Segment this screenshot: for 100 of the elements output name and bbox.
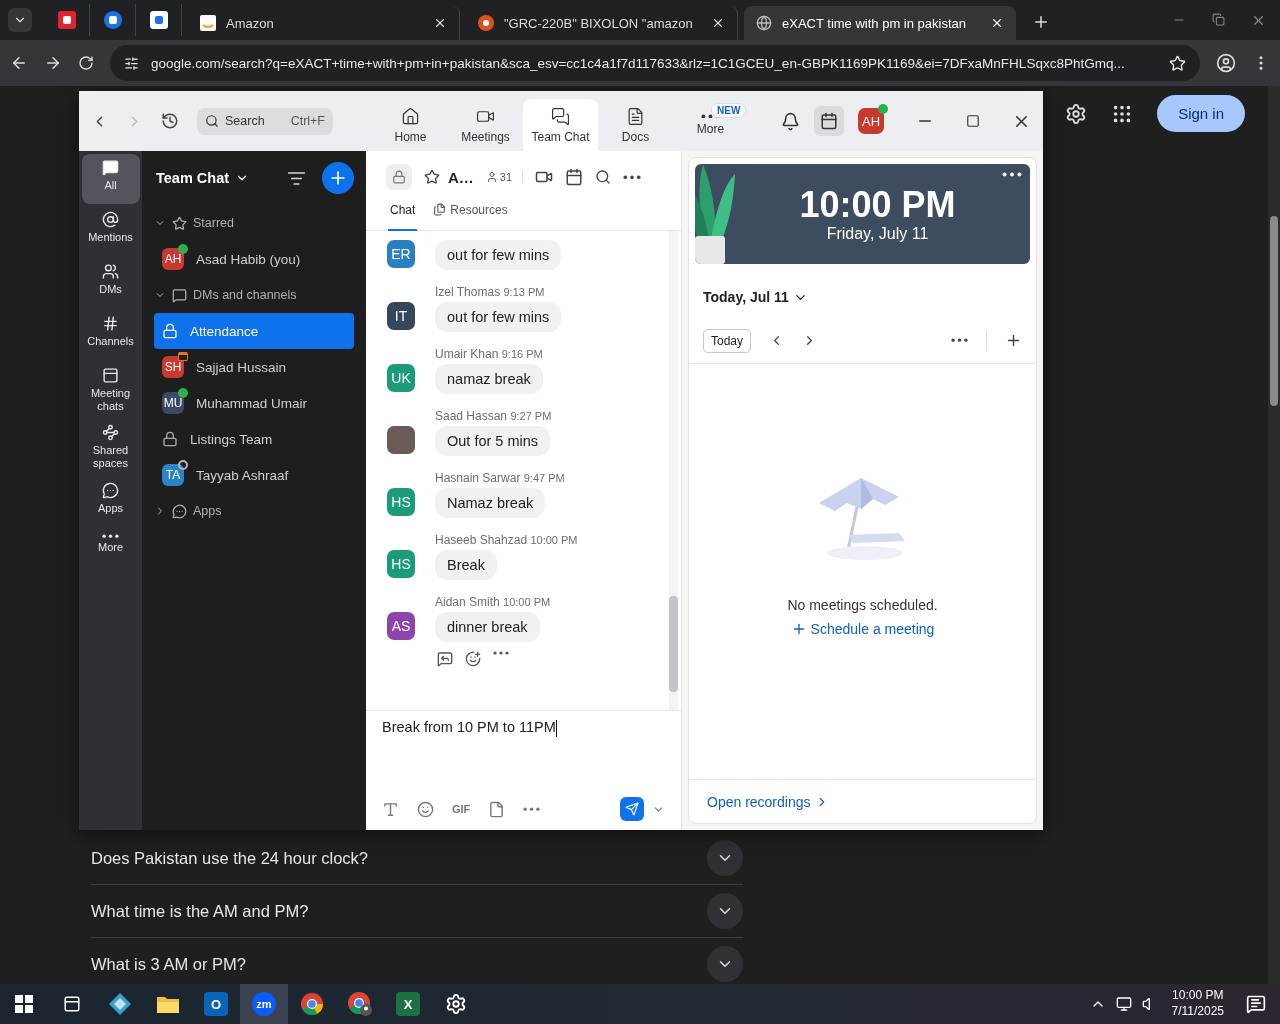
- message-bubble: Namaz break: [435, 488, 546, 518]
- chat-tab[interactable]: Chat: [388, 203, 418, 231]
- section-header[interactable]: Starred: [154, 205, 354, 241]
- profile-icon[interactable]: [1216, 53, 1236, 73]
- message-input[interactable]: Break from 10 PM to 11PM: [366, 711, 681, 794]
- back-icon[interactable]: [10, 54, 28, 72]
- message-bubble: dinner break: [435, 612, 540, 642]
- new-tab-icon[interactable]: [1032, 13, 1050, 31]
- reload-icon[interactable]: [78, 55, 94, 71]
- tab-search-button[interactable]: [8, 8, 32, 32]
- forward-icon[interactable]: [44, 54, 62, 72]
- chat-list-item[interactable]: Listings Team: [154, 421, 354, 457]
- chat-list-item[interactable]: TA Tayyab Ashraaf: [154, 457, 354, 493]
- close-icon[interactable]: [711, 16, 725, 30]
- nav-tab[interactable]: Meetings: [448, 99, 523, 151]
- sender-name: Umair Khan 9:16 PM: [435, 347, 543, 361]
- hash-icon: [102, 315, 119, 332]
- nav-tab[interactable]: NEW More: [673, 99, 748, 151]
- more-icon[interactable]: [523, 806, 541, 812]
- nav-tab[interactable]: Home: [373, 99, 448, 151]
- window-icon: [102, 367, 119, 384]
- close-icon[interactable]: [990, 16, 1004, 30]
- text-format-icon[interactable]: [382, 800, 399, 818]
- taskbar-app[interactable]: O: [192, 984, 240, 1024]
- scrollbar[interactable]: [669, 231, 678, 710]
- member-count[interactable]: 31: [485, 171, 524, 183]
- search-icon[interactable]: [595, 169, 612, 185]
- address-bar[interactable]: google.com/search?q=eXACT+time+with+pm+in+pakistan&sca_esv=cc1c4a1f7d117633&rlz=1C1GCEU_en-GBPK1169PK1169&ei=7DFxaMnFHLSqxc8PhtGmq...: [110, 45, 1200, 81]
- expand-button[interactable]: [707, 840, 743, 876]
- chat-list-item[interactable]: AH Asad Habib (you): [154, 241, 354, 277]
- close-icon[interactable]: [433, 16, 447, 30]
- send-button[interactable]: [620, 797, 644, 821]
- plus-icon[interactable]: [1005, 332, 1022, 349]
- expand-button[interactable]: [707, 893, 743, 929]
- empty-state-text: No meetings scheduled.: [787, 596, 938, 613]
- network-icon[interactable]: [1115, 996, 1132, 1012]
- add-reaction-icon[interactable]: [465, 651, 481, 667]
- bookmark-star-icon[interactable]: [1169, 54, 1186, 72]
- faq-row[interactable]: Does Pakistan use the 24 hour clock?: [91, 832, 743, 885]
- people-icon: [102, 263, 119, 280]
- schedule-meeting-link[interactable]: Schedule a meeting: [790, 620, 935, 637]
- nav-tab[interactable]: Team Chat: [523, 99, 598, 151]
- speech-bubble-icon: [172, 287, 187, 303]
- rail-item[interactable]: Meeting chats: [81, 362, 140, 418]
- sign-in-button[interactable]: Sign in: [1157, 95, 1245, 132]
- chat-list-item[interactable]: Attendance: [154, 313, 354, 349]
- house-icon: [401, 106, 420, 126]
- rail-item[interactable]: More: [81, 528, 140, 579]
- new-chat-button[interactable]: [322, 162, 354, 194]
- faq-row[interactable]: What time is the AM and PM?: [91, 885, 743, 938]
- gif-button[interactable]: GIF: [452, 803, 471, 815]
- file-icon[interactable]: [488, 800, 506, 818]
- message-bubble: out for few mins: [435, 240, 562, 270]
- nav-tab[interactable]: Docs: [598, 99, 673, 151]
- message-bubble: Out for 5 mins: [435, 426, 551, 456]
- search-field[interactable]: Search Ctrl+F: [197, 107, 333, 135]
- bell-icon[interactable]: [781, 111, 800, 131]
- rail-item[interactable]: Apps: [81, 476, 140, 527]
- video-app-icon: zm: [252, 992, 276, 1016]
- open-recordings-link[interactable]: Open recordings: [707, 793, 829, 810]
- history-icon[interactable]: [161, 112, 179, 130]
- rail-item[interactable]: Channels: [81, 310, 140, 360]
- date-picker-button[interactable]: Today, Jul 11: [703, 289, 808, 305]
- today-button[interactable]: Today: [703, 328, 752, 353]
- team-chat-menu[interactable]: Team Chat: [156, 170, 250, 186]
- faq-question: What time is the AM and PM?: [91, 901, 309, 921]
- restore-icon[interactable]: [1212, 13, 1225, 26]
- rail-item[interactable]: Shared spaces: [81, 419, 140, 475]
- avatar: IT: [387, 302, 415, 330]
- calendar-icon[interactable]: [565, 168, 584, 186]
- chat-list-item[interactable]: SH Sajjad Hussain: [154, 349, 354, 385]
- section-header[interactable]: Apps: [154, 493, 354, 529]
- more-icon[interactable]: [951, 338, 968, 343]
- maximize-icon[interactable]: [966, 114, 980, 128]
- more-icon[interactable]: [1002, 172, 1022, 177]
- more-icon[interactable]: [493, 651, 509, 655]
- more-icon: [102, 533, 119, 538]
- avatar: UK: [387, 364, 415, 392]
- taskbar-clock[interactable]: 10:00 PM 7/11/2025: [1171, 988, 1224, 1020]
- chat-tab[interactable]: Resources: [431, 203, 510, 231]
- section-header[interactable]: DMs and channels: [154, 277, 354, 313]
- expand-button[interactable]: [707, 946, 743, 982]
- settings-icon[interactable]: [1065, 102, 1088, 125]
- rail-item[interactable]: All: [81, 154, 140, 204]
- notifications-icon[interactable]: [1246, 994, 1266, 1014]
- send-icon: [625, 802, 639, 816]
- chat-list-item[interactable]: MU Muhammad Umair: [154, 385, 354, 421]
- emoji-icon[interactable]: [417, 800, 434, 818]
- more-icon[interactable]: [623, 174, 642, 180]
- rail-item[interactable]: DMs: [81, 258, 140, 308]
- reply-icon[interactable]: [437, 651, 453, 667]
- rail-item[interactable]: Mentions: [81, 206, 140, 256]
- taskbar-app[interactable]: zm: [240, 984, 288, 1024]
- taskbar-app[interactable]: X: [384, 984, 432, 1024]
- star-icon[interactable]: [424, 169, 440, 185]
- scrollbar[interactable]: [1268, 86, 1280, 984]
- browser-tab[interactable]: eXACT time with pm in pakistan: [744, 6, 1016, 40]
- avatar: HS: [387, 488, 415, 516]
- sender-name: Haseeb Shahzad 10:00 PM: [435, 533, 578, 547]
- calendar-button[interactable]: [814, 106, 844, 136]
